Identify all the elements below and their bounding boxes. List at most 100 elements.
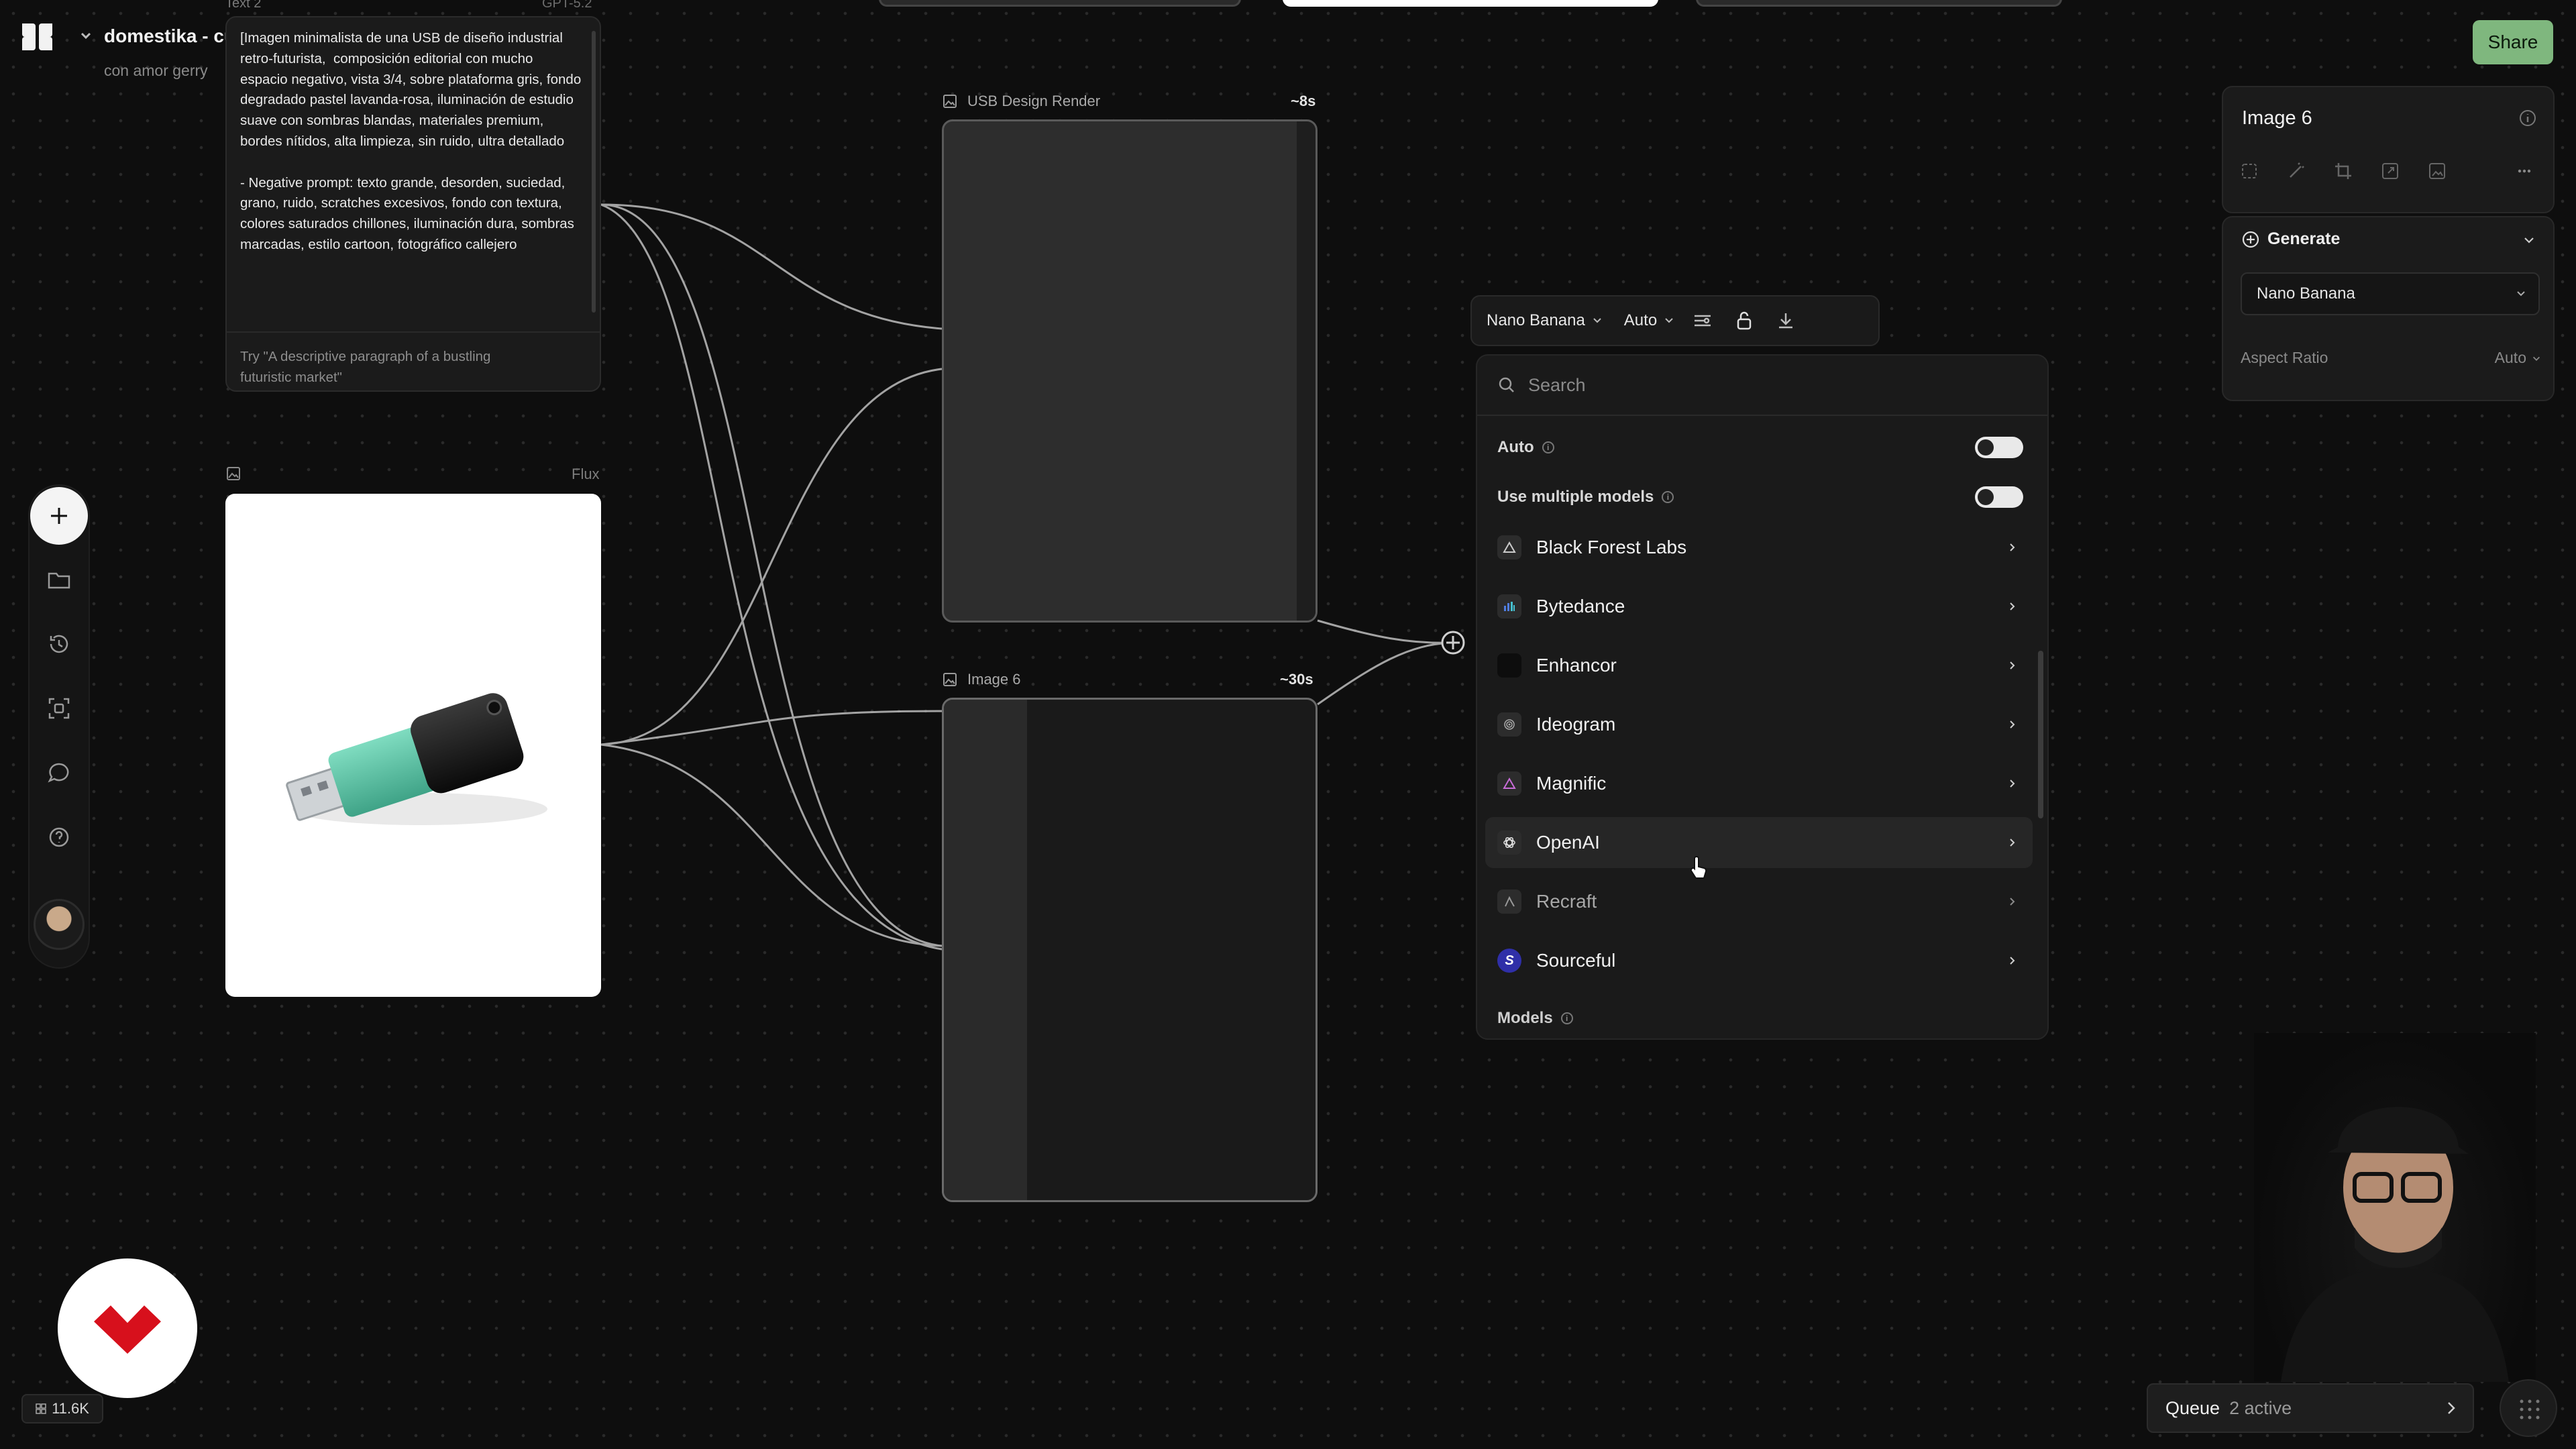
provider-label: Magnific bbox=[1536, 773, 1607, 794]
select-icon[interactable] bbox=[2239, 161, 2259, 181]
zoom-level[interactable]: 11.6K bbox=[21, 1394, 103, 1424]
provider-ideogram[interactable]: Ideogram bbox=[1485, 699, 2033, 750]
image6-node-title: Image 6 bbox=[967, 671, 1021, 688]
triangle-icon bbox=[1497, 535, 1521, 559]
chevron-down-icon[interactable] bbox=[2532, 354, 2541, 364]
history-icon[interactable] bbox=[39, 624, 79, 664]
image-icon bbox=[943, 95, 957, 108]
usb-render-node-header: USB Design Render bbox=[942, 93, 1100, 110]
text-node-title: Text 2 bbox=[225, 0, 262, 11]
usb-render-node-time: ~8s bbox=[1291, 93, 1316, 109]
multi-models-row: Use multiple models i bbox=[1497, 480, 2034, 514]
generate-model-select[interactable]: Nano Banana bbox=[2241, 272, 2540, 315]
image6-panel: Image 6 bbox=[2222, 86, 2555, 213]
queue-status: 2 active bbox=[2229, 1397, 2292, 1418]
text-node-scrollbar[interactable] bbox=[592, 31, 596, 313]
generate-panel: Generate Nano Banana Aspect Ratio Auto bbox=[2222, 216, 2555, 401]
info-icon: i bbox=[1542, 441, 1554, 453]
flora-logo[interactable] bbox=[19, 20, 93, 54]
chevron-down-icon[interactable] bbox=[2522, 233, 2536, 247]
flux-image-node[interactable] bbox=[225, 494, 601, 997]
chevron-right-icon bbox=[2010, 720, 2015, 729]
unlock-icon[interactable] bbox=[1731, 307, 1758, 334]
queue-bar[interactable]: Queue 2 active bbox=[2147, 1383, 2474, 1433]
model-select[interactable]: Nano Banana bbox=[1487, 311, 1603, 330]
provider-recraft[interactable]: Recraft bbox=[1485, 876, 2033, 927]
generate-title: Generate bbox=[2267, 229, 2341, 248]
auto-row: Auto i bbox=[1497, 431, 2034, 464]
chevron-right-icon bbox=[2010, 543, 2015, 551]
project-subtitle: con amor gerry bbox=[104, 62, 208, 79]
auto-label: Auto bbox=[1497, 438, 1534, 456]
panel-tools bbox=[2239, 161, 2541, 181]
moon-icon bbox=[1497, 653, 1521, 678]
magic-wand-icon[interactable] bbox=[2286, 161, 2306, 181]
settings-sliders-icon[interactable] bbox=[1689, 307, 1716, 334]
grid-icon bbox=[36, 1403, 46, 1414]
help-icon[interactable] bbox=[39, 817, 79, 857]
crop-icon[interactable] bbox=[2333, 161, 2353, 181]
info-icon: i bbox=[1662, 491, 1674, 503]
image6-panel-title[interactable]: Image 6 bbox=[2242, 107, 2312, 129]
plus-icon bbox=[51, 508, 67, 524]
generate-model-value: Nano Banana bbox=[2257, 284, 2355, 303]
provider-bytedance[interactable]: Bytedance bbox=[1485, 581, 2033, 632]
provider-black-forest-labs[interactable]: Black Forest Labs bbox=[1485, 522, 2033, 573]
loading-stripe bbox=[1297, 121, 1316, 621]
triangle-icon bbox=[1497, 771, 1521, 796]
left-toolbar bbox=[28, 484, 90, 969]
provider-label: Bytedance bbox=[1536, 596, 1625, 616]
multi-models-toggle[interactable] bbox=[1975, 486, 2023, 508]
usb-render-node[interactable] bbox=[942, 119, 1318, 623]
search-row bbox=[1477, 356, 2047, 416]
multi-models-label: Use multiple models bbox=[1497, 488, 1654, 506]
chevron-right-icon bbox=[2010, 957, 2015, 965]
folder-icon[interactable] bbox=[39, 559, 79, 600]
info-icon: i bbox=[1560, 1012, 1573, 1024]
download-icon[interactable] bbox=[1772, 307, 1799, 334]
provider-label: Ideogram bbox=[1536, 714, 1616, 735]
provider-label: OpenAI bbox=[1536, 832, 1600, 853]
queue-label: Queue bbox=[2165, 1397, 2220, 1418]
provider-openai[interactable]: OpenAI bbox=[1485, 817, 2033, 868]
flux-model-label: Flux bbox=[572, 466, 600, 482]
search-icon bbox=[1499, 377, 1514, 392]
expand-icon[interactable] bbox=[2380, 161, 2400, 181]
text-node-hint: Try "A descriptive paragraph of a bustli… bbox=[240, 349, 491, 385]
image6-node[interactable] bbox=[942, 698, 1318, 1202]
aspect-ratio-value[interactable]: Auto bbox=[2495, 349, 2526, 367]
chevron-down-icon bbox=[1665, 318, 1673, 323]
chevron-right-icon bbox=[2448, 1402, 2455, 1414]
bars-icon bbox=[1497, 594, 1521, 619]
chat-icon[interactable] bbox=[39, 753, 79, 793]
chevron-down-icon bbox=[2517, 291, 2525, 297]
loading-stripe bbox=[944, 700, 1027, 1200]
provider-enhancor[interactable]: Enhancor bbox=[1485, 640, 2033, 691]
aspect-select-value: Auto bbox=[1623, 311, 1658, 329]
edit-image-icon[interactable] bbox=[2427, 161, 2447, 181]
search-input[interactable] bbox=[1528, 374, 1998, 396]
scan-icon[interactable] bbox=[39, 688, 79, 729]
share-button[interactable]: Share bbox=[2473, 20, 2553, 64]
info-icon[interactable] bbox=[2518, 109, 2537, 127]
hand-cursor-icon bbox=[1690, 856, 1707, 879]
model-toolbar: Nano Banana Auto bbox=[1470, 295, 1880, 346]
text-node-body[interactable]: [Imagen minimalista de una USB de diseño… bbox=[240, 28, 582, 256]
minimap-button[interactable] bbox=[2500, 1379, 2557, 1437]
aspect-select[interactable]: Auto bbox=[1624, 311, 1674, 330]
auto-toggle[interactable] bbox=[1975, 437, 2023, 458]
model-select-value: Nano Banana bbox=[1487, 311, 1585, 329]
more-icon[interactable] bbox=[2514, 161, 2534, 181]
provider-sourceful[interactable]: S Sourceful bbox=[1485, 935, 2033, 986]
avatar[interactable] bbox=[34, 899, 85, 950]
dropdown-scrollbar[interactable] bbox=[2038, 651, 2043, 818]
zoom-value: 11.6K bbox=[52, 1400, 89, 1417]
chevron-right-icon bbox=[2010, 780, 2015, 788]
image-icon bbox=[225, 466, 241, 482]
add-node-button[interactable] bbox=[30, 487, 88, 545]
openai-icon bbox=[1497, 830, 1521, 855]
recraft-icon bbox=[1497, 890, 1521, 914]
text-node[interactable]: [Imagen minimalista de una USB de diseño… bbox=[225, 16, 601, 392]
provider-magnific[interactable]: Magnific bbox=[1485, 758, 2033, 809]
image6-node-time: ~30s bbox=[1280, 671, 1313, 688]
